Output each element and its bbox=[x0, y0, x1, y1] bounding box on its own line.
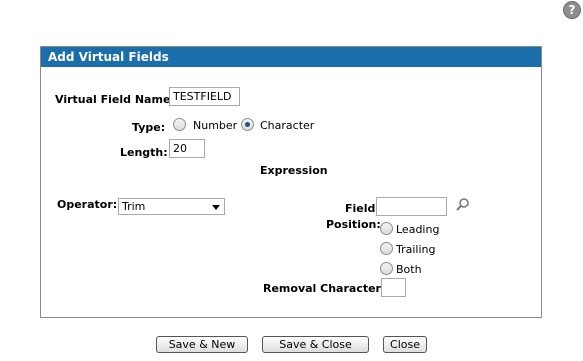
help-icon[interactable]: ? bbox=[563, 1, 581, 19]
removal-character-label: Removal Character: bbox=[263, 282, 386, 295]
position-leading-label: Leading bbox=[396, 223, 440, 236]
save-close-button[interactable]: Save & Close bbox=[262, 336, 369, 353]
field-input[interactable] bbox=[376, 197, 447, 216]
type-number-radio[interactable] bbox=[173, 118, 186, 131]
type-label: Type: bbox=[132, 121, 166, 134]
virtual-field-name-input[interactable] bbox=[169, 87, 240, 106]
expression-heading: Expression bbox=[260, 164, 328, 177]
position-both-label: Both bbox=[396, 263, 422, 276]
add-virtual-fields-panel: Add Virtual Fields bbox=[40, 46, 542, 318]
position-trailing-label: Trailing bbox=[396, 243, 436, 256]
type-character-label: Character bbox=[260, 119, 315, 132]
chevron-down-icon bbox=[212, 205, 220, 210]
removal-character-input[interactable] bbox=[381, 278, 406, 297]
operator-select-value: Trim bbox=[122, 200, 146, 213]
field-label: Field: bbox=[345, 202, 380, 215]
position-trailing-radio[interactable] bbox=[380, 242, 393, 255]
length-input[interactable] bbox=[169, 139, 205, 158]
search-icon[interactable] bbox=[455, 197, 471, 213]
position-leading-radio[interactable] bbox=[380, 222, 393, 235]
position-label: Position: bbox=[326, 218, 381, 231]
type-character-radio[interactable] bbox=[241, 118, 254, 131]
operator-label: Operator: bbox=[57, 198, 118, 211]
length-label: Length: bbox=[120, 146, 168, 159]
position-both-radio[interactable] bbox=[380, 262, 393, 275]
save-new-button[interactable]: Save & New bbox=[156, 336, 248, 353]
close-button[interactable]: Close bbox=[383, 336, 427, 353]
type-number-label: Number bbox=[193, 119, 238, 132]
panel-title: Add Virtual Fields bbox=[41, 47, 541, 67]
operator-select[interactable]: Trim bbox=[118, 198, 225, 215]
virtual-field-name-label: Virtual Field Name: bbox=[55, 93, 175, 106]
